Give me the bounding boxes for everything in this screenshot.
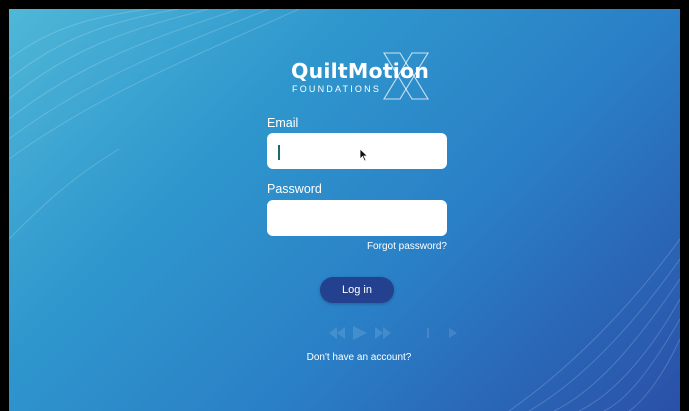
email-label: Email	[267, 116, 299, 130]
text-caret	[278, 145, 280, 160]
mouse-pointer-icon	[359, 148, 369, 162]
signup-link[interactable]: Don't have an account?	[289, 352, 429, 363]
password-field[interactable]	[267, 200, 447, 236]
logo-brand-text: QuiltMotion	[291, 59, 430, 83]
forgot-password-link[interactable]: Forgot password?	[365, 241, 447, 252]
password-label: Password	[267, 182, 322, 196]
logo-subtitle: FOUNDATIONS	[292, 84, 382, 94]
login-button[interactable]: Log in	[320, 277, 394, 303]
login-screen: QuiltMotion FOUNDATIONS Email Password F…	[9, 9, 680, 411]
email-field[interactable]	[267, 133, 447, 169]
quiltmotion-logo: QuiltMotion FOUNDATIONS	[288, 49, 438, 105]
media-controls-icon	[329, 326, 457, 340]
